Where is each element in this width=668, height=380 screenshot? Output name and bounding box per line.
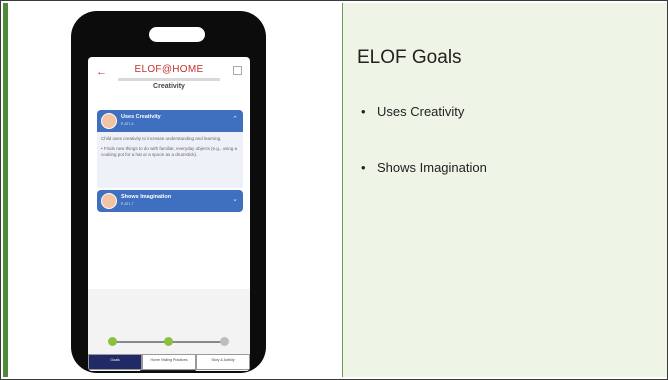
progress-step-practices[interactable] — [164, 337, 173, 346]
bullet-list: Uses Creativity Shows Imagination — [357, 104, 487, 216]
goal-code: P-ATL 6 — [121, 122, 134, 126]
phone-screen: ← ELOF@HOME Creativity Uses Creativity P… — [88, 57, 250, 371]
tab-story-activity[interactable]: Story & Activity — [196, 354, 250, 370]
tab-goals[interactable]: Goals — [88, 354, 142, 370]
goal-example-text: • Finds new things to do with familiar, … — [101, 146, 238, 157]
goal-description: Child uses creativity to increase unders… — [97, 132, 243, 188]
chevron-up-icon[interactable]: ⌃ — [232, 115, 238, 123]
bottom-navigation: Goals Home Visiting Practices Story & Ac… — [88, 289, 250, 371]
app-header: ← ELOF@HOME Creativity — [88, 57, 250, 107]
goal-card-uses-creativity[interactable]: Uses Creativity P-ATL 6 ⌃ — [97, 110, 243, 132]
goal-code: P-ATL 7 — [121, 202, 134, 206]
avatar — [101, 193, 117, 209]
phone-mockup: ← ELOF@HOME Creativity Uses Creativity P… — [71, 11, 266, 373]
goal-card-shows-imagination[interactable]: Shows Imagination P-ATL 7 ⌄ — [97, 190, 243, 212]
bullet-item: Shows Imagination — [357, 160, 487, 216]
accent-bar — [3, 3, 8, 377]
goal-name: Shows Imagination — [121, 194, 172, 200]
avatar — [101, 113, 117, 129]
tab-bar: Goals Home Visiting Practices Story & Ac… — [88, 354, 250, 370]
progress-step-story[interactable] — [220, 337, 229, 346]
content-panel: ELOF Goals Uses Creativity Shows Imagina… — [342, 3, 667, 377]
goal-description-text: Child uses creativity to increase unders… — [101, 136, 222, 141]
page-title: Creativity — [153, 83, 185, 90]
chevron-down-icon[interactable]: ⌄ — [232, 195, 238, 203]
phone-speaker — [149, 27, 205, 42]
tab-home-visiting-practices[interactable]: Home Visiting Practices — [142, 354, 196, 370]
breadcrumb — [118, 78, 220, 81]
slide: ← ELOF@HOME Creativity Uses Creativity P… — [0, 0, 668, 380]
progress-step-goals[interactable] — [108, 337, 117, 346]
slide-title: ELOF Goals — [357, 47, 462, 68]
app-logo: ELOF@HOME — [134, 64, 204, 75]
bullet-item: Uses Creativity — [357, 104, 487, 160]
goal-name: Uses Creativity — [121, 114, 161, 120]
share-icon[interactable] — [233, 66, 242, 75]
home-indicator — [140, 370, 196, 371]
